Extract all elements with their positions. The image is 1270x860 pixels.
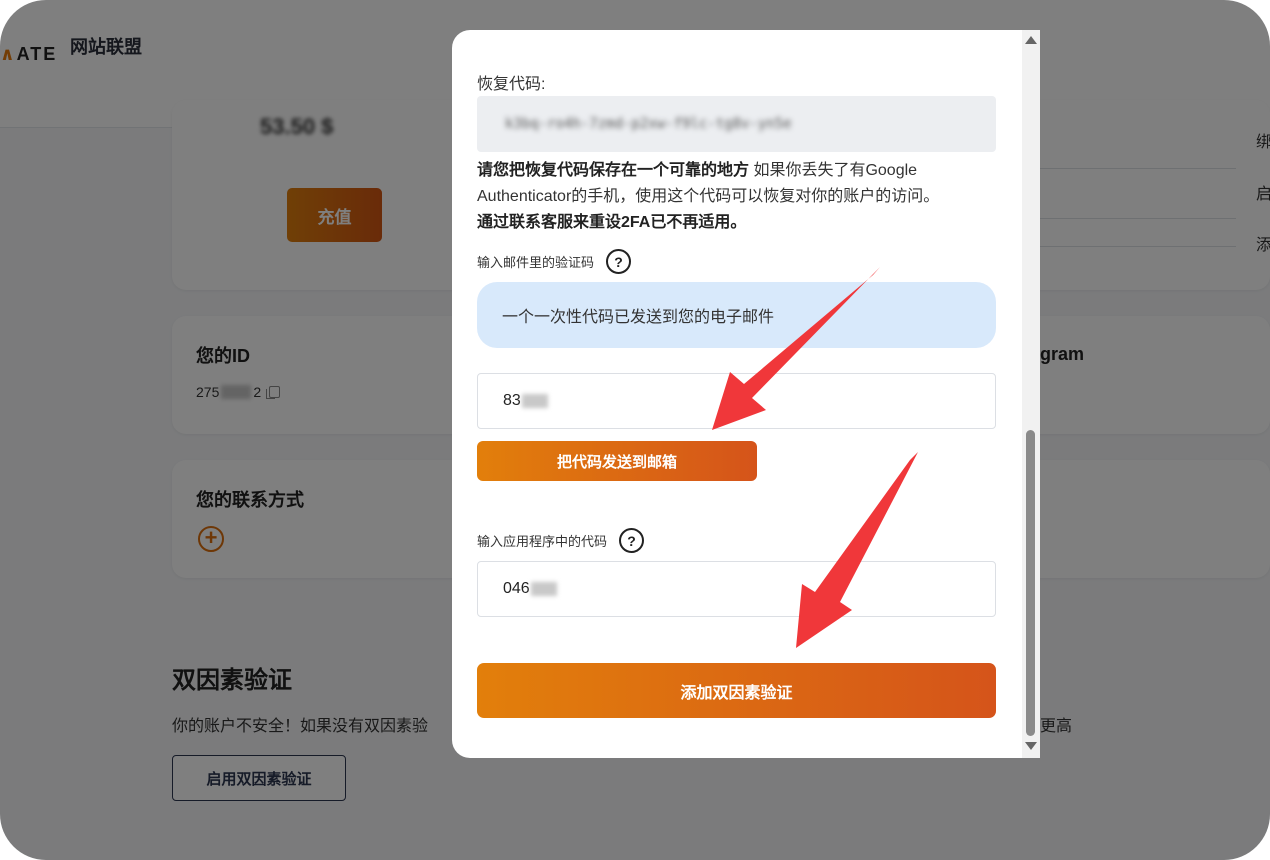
- app-code-label: 输入应用程序中的代码: [477, 534, 608, 549]
- app-code-input[interactable]: 046: [477, 561, 996, 617]
- add-2fa-button[interactable]: 添加双因素验证: [477, 663, 996, 718]
- app-code-redacted: [530, 582, 557, 596]
- recovery-warning: 请您把恢复代码保存在一个可靠的地方 如果你丢失了有Google Authenti…: [477, 158, 997, 236]
- help-icon[interactable]: ?: [619, 528, 645, 553]
- recovery-code-label: 恢复代码:: [477, 76, 546, 93]
- recovery-code-value: k3bq-ro4h-7zmd-p2xw-f9lc-tg8v-yn5e: [505, 116, 792, 132]
- app-code-value: 046: [503, 580, 530, 597]
- two-factor-setup-modal: 恢复代码: k3bq-ro4h-7zmd-p2xw-f9lc-tg8v-yn5e…: [452, 30, 1040, 758]
- email-code-redacted: [521, 394, 548, 408]
- email-code-input[interactable]: 83: [477, 373, 996, 429]
- send-code-to-email-button[interactable]: 把代码发送到邮箱: [477, 441, 757, 481]
- recovery-warning-bold: 请您把恢复代码保存在一个可靠的地方: [477, 162, 750, 179]
- help-icon[interactable]: ?: [606, 249, 632, 274]
- email-code-label: 输入邮件里的验证码: [477, 255, 595, 270]
- scroll-down-arrow-icon[interactable]: [1025, 742, 1037, 750]
- scroll-up-arrow-icon[interactable]: [1025, 36, 1037, 44]
- scroll-thumb[interactable]: [1026, 430, 1035, 736]
- email-code-value: 83: [503, 392, 521, 409]
- email-code-label-row: 输入邮件里的验证码 ?: [477, 249, 632, 274]
- recovery-warning-bold-2: 通过联系客服来重设2FA已不再适用。: [477, 214, 747, 231]
- recovery-code-field[interactable]: k3bq-ro4h-7zmd-p2xw-f9lc-tg8v-yn5e: [477, 96, 996, 152]
- app-code-label-row: 输入应用程序中的代码 ?: [477, 528, 645, 553]
- modal-scrollbar[interactable]: [1022, 30, 1040, 758]
- email-sent-notice: 一个一次性代码已发送到您的电子邮件: [477, 282, 996, 348]
